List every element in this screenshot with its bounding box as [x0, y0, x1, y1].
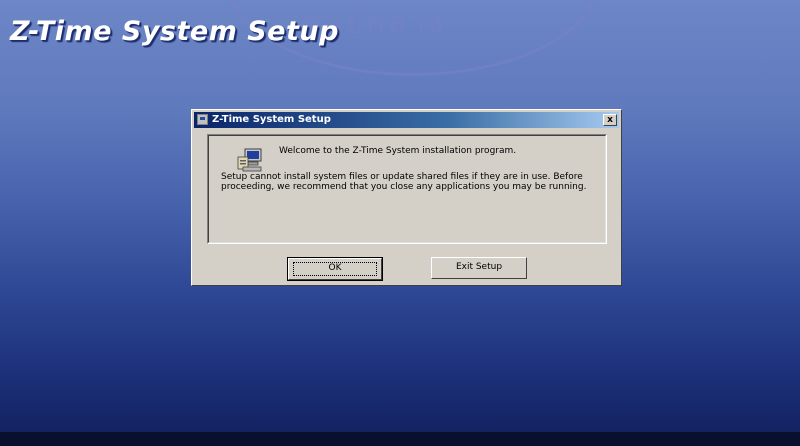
- ok-button[interactable]: OK: [287, 257, 383, 281]
- focus-rect: [293, 262, 377, 276]
- exit-setup-label: Exit Setup: [455, 262, 503, 272]
- close-button[interactable]: x: [603, 114, 617, 126]
- setup-icon: [197, 114, 208, 125]
- exit-setup-button[interactable]: Exit Setup: [431, 257, 527, 279]
- installer-background: ศูนย์กลาง Z-Time System Setup Z-Time Sys…: [0, 0, 800, 446]
- warning-message: Setup cannot install system files or upd…: [221, 172, 587, 192]
- bottom-band: [0, 432, 800, 446]
- dialog-titlebar[interactable]: Z-Time System Setup x: [194, 112, 619, 128]
- installer-title: Z-Time System Setup: [10, 16, 339, 47]
- computer-setup-icon: [237, 148, 262, 172]
- message-frame: Welcome to the Z-Time System installatio…: [207, 134, 607, 244]
- welcome-message: Welcome to the Z-Time System installatio…: [279, 146, 517, 156]
- dialog-title: Z-Time System Setup: [212, 114, 331, 125]
- setup-dialog: Z-Time System Setup x Welcome to the Z-T…: [191, 109, 622, 286]
